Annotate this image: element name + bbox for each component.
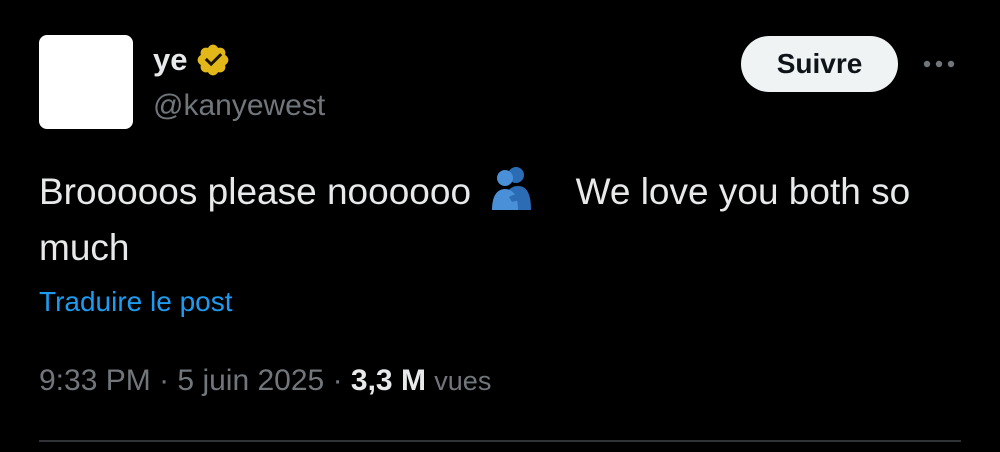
post-date[interactable]: 5 juin 2025: [177, 364, 324, 397]
post-text-part1: Brooooos please noooooo: [39, 171, 472, 212]
tweet: ye @kanyewest Suivre Brooooos please noo…: [0, 0, 1000, 452]
meta-separator: ·: [159, 364, 170, 397]
divider: [39, 440, 961, 442]
views-count[interactable]: 3,3 M: [351, 364, 426, 397]
author-name-row: ye: [153, 40, 231, 80]
display-name[interactable]: ye: [153, 40, 187, 80]
avatar[interactable]: [39, 35, 133, 129]
people-hugging-emoji-icon: [492, 167, 532, 210]
post-meta: 9:33 PM · 5 juin 2025 · 3,3 M vues: [39, 360, 491, 402]
post-text: Brooooos please noooooo We love you both…: [39, 164, 969, 276]
meta-separator-2: ·: [332, 364, 343, 397]
verified-badge-icon[interactable]: [195, 42, 231, 78]
translate-post-link[interactable]: Traduire le post: [39, 283, 233, 321]
views-label: vues: [434, 366, 492, 396]
follow-button[interactable]: Suivre: [741, 36, 898, 92]
more-horizontal-icon: [923, 60, 955, 68]
more-options-button[interactable]: [918, 48, 960, 80]
post-time[interactable]: 9:33 PM: [39, 364, 151, 397]
author-handle[interactable]: @kanyewest: [153, 86, 325, 126]
